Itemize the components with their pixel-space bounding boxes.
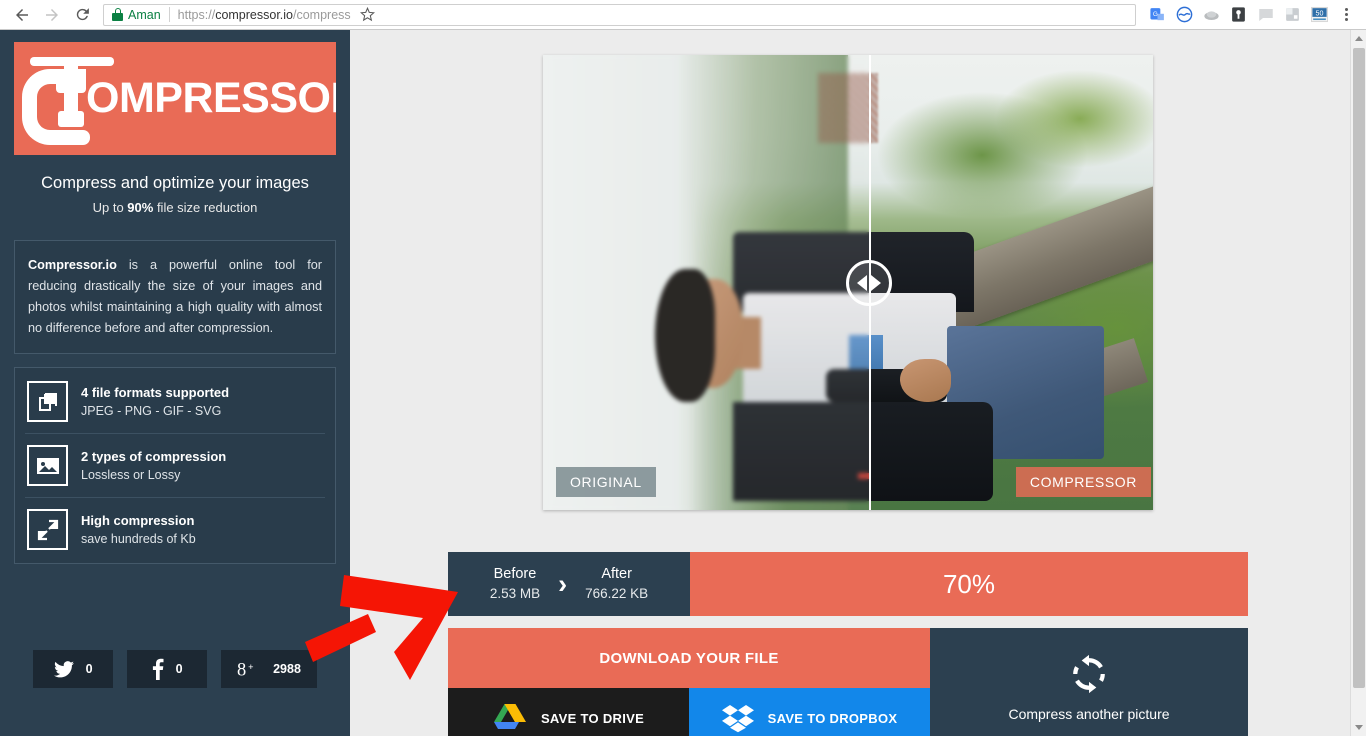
subtagline-pre: Up to bbox=[92, 200, 128, 215]
counter-extension-icon[interactable]: 50 bbox=[1306, 0, 1333, 30]
feature-item: High compression save hundreds of Kb bbox=[25, 497, 325, 561]
slider-handle-icon[interactable] bbox=[845, 259, 892, 306]
url-scheme: https:// bbox=[177, 7, 216, 22]
subtagline-percent: 90% bbox=[127, 200, 154, 215]
arrow-left-icon bbox=[856, 274, 867, 291]
reload-icon[interactable] bbox=[67, 0, 97, 30]
url-text: https://compressor.io/compress bbox=[178, 8, 351, 22]
address-bar[interactable]: Aman https://compressor.io/compress bbox=[103, 3, 1136, 26]
url-path: /compress bbox=[293, 7, 351, 22]
lock-icon bbox=[112, 8, 123, 21]
svg-text:G: G bbox=[1153, 11, 1158, 18]
twitter-icon bbox=[53, 660, 74, 677]
feature-item: 4 file formats supported JPEG - PNG - GI… bbox=[25, 370, 325, 433]
feature-title: High compression bbox=[81, 512, 195, 528]
notes-extension-icon[interactable] bbox=[1252, 0, 1279, 30]
tagline: Compress and optimize your images bbox=[41, 174, 309, 192]
social-buttons: 0 0 8 + 2988 bbox=[0, 650, 350, 688]
facebook-icon bbox=[152, 658, 164, 680]
twitter-count: 0 bbox=[85, 662, 93, 676]
download-file-button[interactable]: DOWNLOAD YOUR FILE bbox=[448, 628, 930, 688]
about-text: Compressor.io is a powerful online tool … bbox=[28, 255, 322, 339]
reduction-percentage: 70% bbox=[942, 568, 996, 599]
copy-files-icon bbox=[27, 381, 68, 422]
scroll-up-button[interactable] bbox=[1351, 30, 1366, 46]
refresh-icon bbox=[1073, 654, 1105, 694]
feature-title: 4 file formats supported bbox=[81, 384, 230, 400]
svg-text:8: 8 bbox=[237, 659, 246, 679]
cloud-extension-icon[interactable] bbox=[1198, 0, 1225, 30]
facebook-share-button[interactable]: 0 bbox=[127, 650, 208, 688]
image-comparison-viewer[interactable]: ORIGINAL COMPRESSOR bbox=[543, 55, 1153, 510]
original-side-overlay bbox=[543, 55, 869, 510]
hand bbox=[900, 359, 952, 402]
svg-text:50: 50 bbox=[1316, 9, 1324, 17]
feature-subtitle: JPEG - PNG - GIF - SVG bbox=[81, 403, 222, 418]
feature-subtitle: Lossless or Lossy bbox=[81, 467, 181, 482]
cloud-save-row: SAVE TO DRIVE SAVE TO DROPBOX bbox=[448, 688, 930, 736]
kebab-menu-icon[interactable] bbox=[1333, 0, 1360, 30]
browser-toolbar: Aman https://compressor.io/compress G 50 bbox=[0, 0, 1366, 30]
archive-extension-icon[interactable] bbox=[1279, 0, 1306, 30]
sidebar: OMPRESSOR.io Compress and optimize your … bbox=[0, 30, 350, 736]
compress-another-button[interactable]: Compress another picture bbox=[930, 628, 1248, 736]
google-plus-share-button[interactable]: 8 + 2988 bbox=[221, 650, 317, 688]
screenshot-root: Aman https://compressor.io/compress G 50… bbox=[0, 0, 1366, 736]
before-value: 2.53 MB bbox=[489, 586, 541, 601]
image-icon bbox=[27, 445, 68, 486]
svg-text:+: + bbox=[248, 662, 253, 672]
sync-extension-icon[interactable] bbox=[1171, 0, 1198, 30]
site-logo[interactable]: OMPRESSOR.io bbox=[14, 42, 336, 155]
before-stat: Before 2.53 MB bbox=[486, 564, 544, 604]
reduction-percentage-panel: 70% bbox=[690, 552, 1248, 616]
after-value: 766.22 KB bbox=[585, 586, 649, 601]
arrow-right-icon bbox=[870, 274, 881, 291]
chevron-right-icon: › bbox=[558, 568, 568, 599]
google-drive-icon bbox=[493, 704, 526, 729]
compress-another-label: Compress another picture bbox=[1008, 706, 1170, 722]
facebook-count: 0 bbox=[175, 662, 183, 676]
action-buttons: DOWNLOAD YOUR FILE SAVE TO DRIVE SAVE TO… bbox=[448, 628, 1248, 736]
save-to-drive-label: SAVE TO DRIVE bbox=[540, 710, 645, 726]
url-domain: compressor.io bbox=[215, 7, 293, 22]
compress-arrows-icon bbox=[27, 509, 68, 550]
size-comparison-panel: Before 2.53 MB › After 766.22 KB bbox=[448, 552, 690, 616]
google-plus-count: 2988 bbox=[273, 662, 301, 676]
subtagline-post: file size reduction bbox=[153, 200, 258, 215]
c-clamp-icon bbox=[20, 51, 114, 147]
feature-title: 2 types of compression bbox=[81, 448, 227, 464]
after-stat: After 766.22 KB bbox=[581, 564, 652, 604]
feature-subtitle: save hundreds of Kb bbox=[81, 531, 196, 546]
compressed-label: COMPRESSOR bbox=[1015, 467, 1151, 497]
save-to-dropbox-button[interactable]: SAVE TO DROPBOX bbox=[689, 688, 930, 736]
about-brand: Compressor.io bbox=[28, 258, 117, 272]
back-icon[interactable] bbox=[7, 0, 37, 30]
before-label: Before bbox=[493, 566, 537, 582]
compression-stats-bar: Before 2.53 MB › After 766.22 KB 70% bbox=[448, 552, 1248, 616]
main-content: ORIGINAL COMPRESSOR Before 2.53 MB › Aft… bbox=[350, 30, 1352, 736]
original-label: ORIGINAL bbox=[556, 467, 656, 497]
extensions-toolbar: G 50 bbox=[1144, 0, 1366, 30]
google-plus-icon: 8 + bbox=[237, 659, 253, 679]
about-panel: Compressor.io is a powerful online tool … bbox=[14, 240, 336, 354]
page-scrollbar[interactable] bbox=[1350, 30, 1366, 736]
logo-wordmark: OMPRESSOR.io bbox=[86, 74, 336, 122]
feature-list: 4 file formats supported JPEG - PNG - GI… bbox=[14, 367, 336, 564]
page-viewport: OMPRESSOR.io Compress and optimize your … bbox=[0, 30, 1366, 736]
save-to-drive-button[interactable]: SAVE TO DRIVE bbox=[448, 688, 689, 736]
pin-extension-icon[interactable] bbox=[1225, 0, 1252, 30]
twitter-share-button[interactable]: 0 bbox=[33, 650, 114, 688]
download-actions: DOWNLOAD YOUR FILE SAVE TO DRIVE SAVE TO… bbox=[448, 628, 930, 736]
forward-icon bbox=[37, 0, 67, 30]
omnibox-divider bbox=[168, 7, 170, 22]
dropbox-icon bbox=[721, 705, 754, 733]
feature-item: 2 types of compression Lossless or Lossy bbox=[25, 433, 325, 497]
translate-extension-icon[interactable]: G bbox=[1144, 0, 1171, 30]
star-icon[interactable] bbox=[355, 4, 381, 26]
after-label: After bbox=[601, 566, 632, 582]
save-to-dropbox-label: SAVE TO DROPBOX bbox=[767, 710, 898, 726]
subtagline: Up to 90% file size reduction bbox=[0, 200, 350, 215]
scrollbar-thumb[interactable] bbox=[1353, 48, 1365, 688]
site-identity-label: Aman bbox=[128, 7, 161, 22]
